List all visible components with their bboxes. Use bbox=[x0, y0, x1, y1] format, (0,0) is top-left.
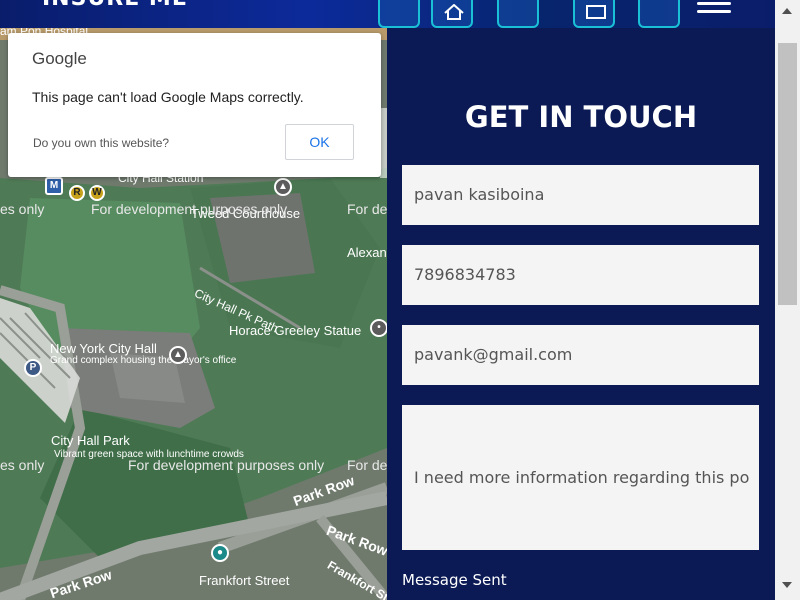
metro-station-icon[interactable]: M bbox=[45, 177, 63, 195]
dev-watermark: For de bbox=[347, 201, 387, 217]
own-website-link[interactable]: Do you own this website? bbox=[33, 136, 169, 150]
contact-panel: GET IN TOUCH pavan kasiboina 7896834783 … bbox=[387, 28, 775, 600]
subway-line-w-icon: W bbox=[89, 185, 105, 201]
map-label-frankfort-street: Frankfort Street bbox=[199, 573, 290, 588]
email-field[interactable]: pavank@gmail.com bbox=[402, 325, 759, 385]
house-icon bbox=[431, 0, 473, 28]
transit-icon[interactable]: ● bbox=[211, 544, 229, 562]
map-label-nyc-hall: New York City Hall bbox=[50, 341, 157, 356]
page-scrollbar[interactable] bbox=[775, 0, 800, 600]
shield-icon bbox=[497, 0, 539, 28]
phone-field[interactable]: 7896834783 bbox=[402, 245, 759, 305]
name-field[interactable]: pavan kasiboina bbox=[402, 165, 759, 225]
scroll-down-arrow-icon[interactable] bbox=[782, 582, 792, 588]
dev-watermark: es only bbox=[0, 201, 45, 217]
contact-title: GET IN TOUCH bbox=[464, 100, 698, 134]
dev-watermark: For development purposes only bbox=[128, 457, 325, 473]
subway-line-r-icon: R bbox=[69, 185, 85, 201]
scrollbar-thumb[interactable] bbox=[778, 43, 797, 305]
map-label-nyc-hall-sub: Grand complex housing the mayor's office bbox=[50, 355, 237, 366]
ok-button[interactable]: OK bbox=[285, 124, 354, 160]
landmark-icon[interactable]: ▲ bbox=[274, 178, 292, 196]
google-logo: Google bbox=[32, 49, 87, 68]
parking-icon[interactable]: P bbox=[24, 359, 42, 377]
message-textarea[interactable]: I need more information regarding this p… bbox=[402, 405, 759, 550]
map-label-horace-greeley: Horace Greeley Statue bbox=[229, 323, 362, 338]
map-label-city-hall-park: City Hall Park bbox=[51, 433, 130, 448]
scroll-up-arrow-icon[interactable] bbox=[782, 8, 792, 14]
circuit-hex-icon bbox=[378, 0, 420, 28]
status-message: Message Sent bbox=[402, 571, 507, 589]
statue-pin-icon[interactable]: • bbox=[370, 319, 387, 337]
dev-watermark: For de bbox=[347, 457, 387, 473]
maps-error-dialog: Google This page can't load Google Maps … bbox=[8, 33, 381, 177]
wallet-icon bbox=[573, 0, 615, 28]
dev-watermark: es only bbox=[0, 457, 45, 473]
map-label-city-hall-park-sub: Vibrant green space with lunchtime crowd… bbox=[54, 449, 244, 460]
landmark-icon[interactable]: ▲ bbox=[169, 346, 187, 364]
dialog-message: This page can't load Google Maps correct… bbox=[32, 89, 304, 105]
dev-watermark: For development purposes only bbox=[91, 201, 288, 217]
site-header: INSURE ME bbox=[0, 0, 775, 28]
circuit-hex-icon bbox=[638, 0, 680, 28]
map-label-alexander: Alexan bbox=[347, 245, 387, 260]
brand-logo-text[interactable]: INSURE ME bbox=[42, 0, 188, 11]
hamburger-menu-icon[interactable] bbox=[697, 2, 731, 18]
